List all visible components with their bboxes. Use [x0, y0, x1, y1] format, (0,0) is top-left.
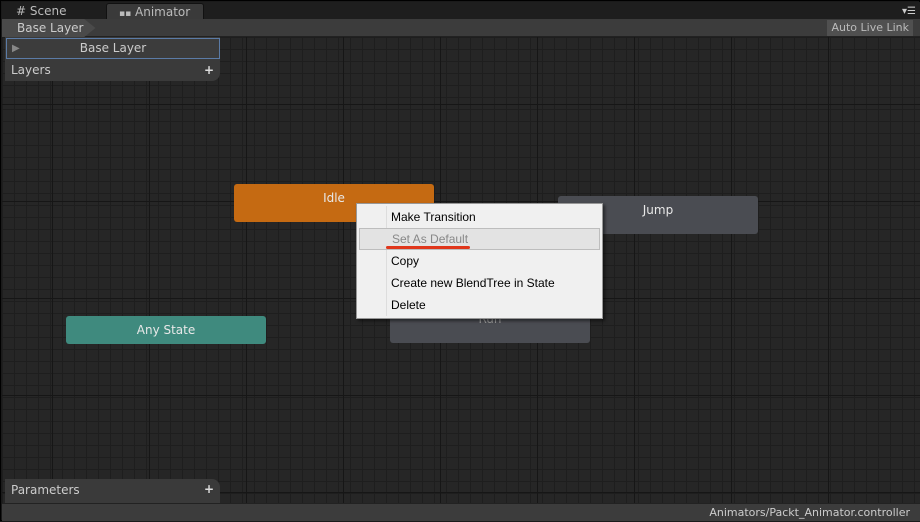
- controller-path: Animators/Packt_Animator.controller: [709, 506, 910, 519]
- tab-label: Animator: [135, 5, 191, 19]
- layer-label: Base Layer: [79, 41, 147, 55]
- menu-item-create-blendtree[interactable]: Create new BlendTree in State: [359, 272, 600, 294]
- menu-item-copy[interactable]: Copy: [359, 250, 600, 272]
- toolbar: Base Layer Auto Live Link: [2, 19, 920, 37]
- layer-item-base[interactable]: ▶ Base Layer: [6, 38, 220, 59]
- add-parameter-button[interactable]: +: [204, 482, 214, 496]
- animator-icon: ▪▪: [119, 9, 132, 19]
- grid-icon: #: [16, 4, 27, 18]
- auto-live-link-button[interactable]: Auto Live Link: [827, 20, 913, 36]
- state-node-any-state[interactable]: Any State: [66, 316, 266, 344]
- menu-item-make-transition[interactable]: Make Transition: [359, 206, 600, 228]
- status-bar: Animators/Packt_Animator.controller: [2, 503, 920, 521]
- tab-label: Scene: [29, 4, 67, 18]
- tab-bar: # Scene ▪▪ Animator ▾☰: [2, 2, 920, 20]
- menu-item-delete[interactable]: Delete: [359, 294, 600, 316]
- parameters-panel: Parameters +: [5, 479, 220, 503]
- tab-scene[interactable]: # Scene: [4, 3, 102, 20]
- context-menu: Make Transition Set As Default Copy Crea…: [356, 203, 603, 319]
- layers-header: Layers: [11, 63, 51, 77]
- highlight-underline: [386, 246, 470, 249]
- add-layer-button[interactable]: +: [204, 63, 214, 77]
- breadcrumb[interactable]: Base Layer: [2, 19, 96, 37]
- parameters-header: Parameters: [11, 483, 80, 497]
- window-menu-icon[interactable]: ▾☰: [902, 6, 916, 17]
- tab-animator[interactable]: ▪▪ Animator: [106, 3, 204, 20]
- play-icon: ▶: [12, 43, 20, 54]
